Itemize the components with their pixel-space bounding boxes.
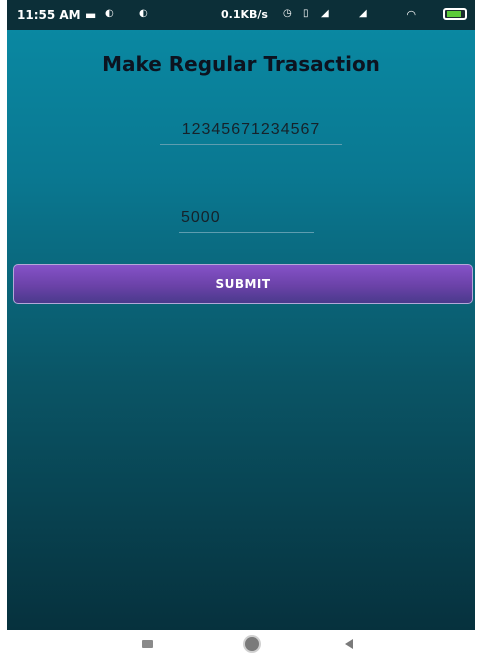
back-icon[interactable] bbox=[345, 639, 353, 649]
amount-field[interactable] bbox=[179, 207, 314, 233]
notification-icon: ◐ bbox=[139, 8, 148, 19]
home-icon[interactable] bbox=[245, 637, 259, 651]
signal-icon: ◢ bbox=[359, 8, 367, 19]
app-screen: 11:55 AM ▬ ◐ ◐ 0.1KB/s ◷ ▯ ◢ ◢ ◠ Make Re… bbox=[7, 0, 475, 630]
notification-icon: ◐ bbox=[105, 8, 114, 19]
alarm-icon: ◷ bbox=[283, 8, 292, 19]
signal-icon: ◢ bbox=[321, 8, 329, 19]
network-speed: 0.1KB/s bbox=[221, 8, 268, 21]
battery-icon bbox=[443, 8, 467, 20]
vibrate-icon: ▯ bbox=[303, 8, 309, 19]
message-icon: ▬ bbox=[85, 8, 97, 22]
account-number-field[interactable] bbox=[160, 119, 342, 145]
submit-button[interactable]: SUBMIT bbox=[13, 264, 473, 304]
status-bar: 11:55 AM ▬ ◐ ◐ 0.1KB/s ◷ ▯ ◢ ◢ ◠ bbox=[7, 0, 475, 30]
wifi-icon: ◠ bbox=[407, 8, 416, 21]
recents-icon[interactable] bbox=[142, 640, 153, 648]
navigation-bar bbox=[0, 630, 482, 659]
page-title: Make Regular Trasaction bbox=[102, 52, 380, 76]
status-time: 11:55 AM bbox=[17, 8, 81, 22]
